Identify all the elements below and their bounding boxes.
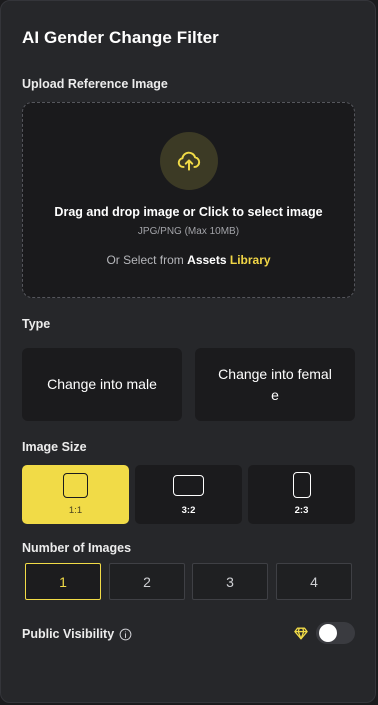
count-option-2[interactable]: 2 [109, 563, 185, 600]
assets-library-line: Or Select from Assets Library [23, 253, 354, 267]
type-option-label-line1: Change into femal [218, 365, 332, 382]
diamond-icon [294, 627, 308, 640]
size-option-1-1[interactable]: 1:1 [22, 465, 129, 524]
upload-dropzone[interactable]: Drag and drop image or Click to select i… [22, 102, 355, 298]
size-option-label: 3:2 [181, 505, 196, 516]
upload-instruction: Drag and drop image or Click to select i… [54, 205, 323, 219]
upload-format-hint: JPG/PNG (Max 10MB) [137, 226, 240, 237]
size-option-2-3[interactable]: 2:3 [248, 465, 355, 524]
type-option-label: Change into male [47, 376, 157, 392]
upload-icon-circle [160, 132, 218, 190]
image-size-section-label: Image Size [22, 440, 87, 454]
size-option-label: 2:3 [294, 505, 309, 516]
library-word: Library [229, 253, 271, 267]
panel-title: AI Gender Change Filter [22, 28, 219, 47]
type-option-label-line2: e [271, 386, 279, 403]
count-option-1[interactable]: 1 [25, 563, 101, 600]
gender-filter-panel: AI Gender Change Filter Upload Reference… [0, 0, 376, 703]
size-option-label: 1:1 [68, 505, 83, 516]
number-of-images-label: Number of Images [22, 541, 132, 555]
cloud-upload-icon [177, 151, 201, 171]
count-option-4[interactable]: 4 [276, 563, 352, 600]
type-option-female[interactable]: Change into femal e [195, 348, 355, 421]
assets-prefix: Or Select from [106, 253, 184, 267]
landscape-ratio-icon [173, 475, 204, 496]
public-visibility-toggle[interactable] [316, 622, 355, 644]
type-section-label: Type [22, 317, 51, 331]
public-visibility-row: Public Visibility [22, 627, 132, 641]
portrait-ratio-icon [293, 472, 311, 498]
count-option-3[interactable]: 3 [192, 563, 268, 600]
type-option-male[interactable]: Change into male [22, 348, 182, 421]
public-visibility-label: Public Visibility [22, 627, 115, 641]
type-option-label: Change into femal e [218, 364, 332, 406]
toggle-knob [319, 624, 337, 642]
upload-section-label: Upload Reference Image [22, 77, 168, 91]
assets-word: Assets [187, 253, 227, 267]
info-icon[interactable] [119, 628, 132, 641]
square-ratio-icon [63, 473, 88, 498]
size-option-3-2[interactable]: 3:2 [135, 465, 242, 524]
assets-library-link[interactable]: Assets Library [187, 253, 270, 267]
